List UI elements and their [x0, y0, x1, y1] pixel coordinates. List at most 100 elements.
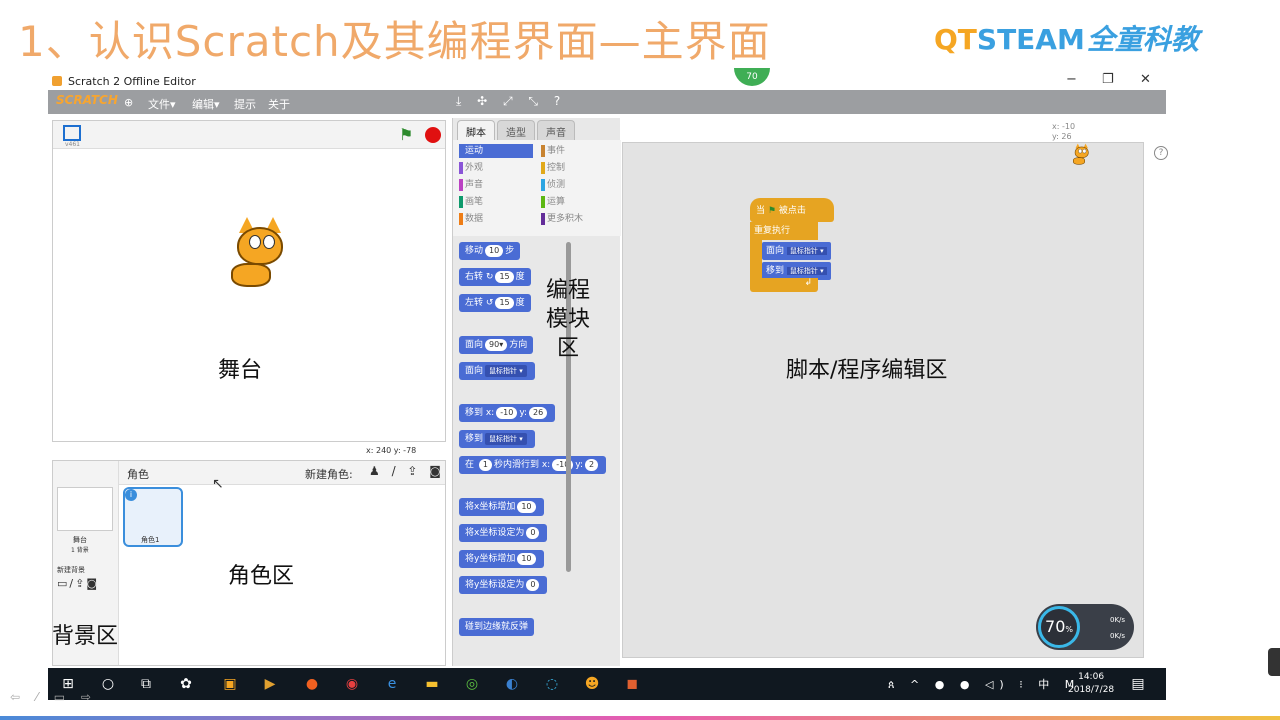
task-view-icon[interactable]: ⧉ — [136, 674, 156, 694]
app-search-icon[interactable]: ◌ — [542, 674, 562, 694]
menu-about[interactable]: 关于 — [268, 96, 290, 112]
fullscreen-icon[interactable] — [63, 125, 81, 141]
block-bounce[interactable]: 碰到边缘就反弹 — [459, 618, 535, 636]
backdrop-count: 1 背景 — [71, 547, 89, 554]
sprite-header: 角色 新建角色: ♟ / ⇪ ◙ — [119, 461, 445, 485]
tab-sounds[interactable]: 声音 — [537, 120, 575, 140]
app-green-icon[interactable]: ◎ — [462, 674, 482, 694]
block-glide[interactable]: 在 1 秒内滑行到 x: -10 y: 2 — [459, 456, 607, 474]
scratch-window: Scratch 2 Offline Editor − ❐ ✕ 70 SCRATC… — [48, 68, 1168, 700]
new-backdrop-label: 新建背景 — [57, 566, 85, 574]
media-icon[interactable]: ▶ — [260, 674, 280, 694]
explorer-icon[interactable]: ▬ — [422, 674, 442, 694]
rotate-right-icon: ↻ — [485, 272, 494, 282]
block-set-y[interactable]: 将y坐标设定为 0 — [459, 576, 548, 594]
cat-body — [231, 263, 271, 287]
green-flag-icon: ⚑ — [767, 206, 776, 216]
menu-edit[interactable]: 编辑▾ — [192, 96, 220, 112]
cat-eye — [263, 235, 275, 249]
block-change-x[interactable]: 将x坐标增加 10 — [459, 498, 544, 516]
rotate-left-icon: ↺ — [485, 298, 494, 308]
notification-icon[interactable]: ▤ — [1128, 674, 1148, 694]
sprites-title: 角色 — [127, 468, 149, 481]
category-pen[interactable]: 画笔 — [459, 195, 483, 209]
app-pinwheel-icon[interactable]: ✿ — [176, 674, 196, 694]
sprite1-name: 角色1 — [141, 536, 160, 544]
block-point-direction[interactable]: 面向 90▾ 方向 — [459, 336, 534, 354]
forever-arm — [750, 240, 762, 278]
category-control[interactable]: 控制 — [541, 161, 565, 175]
new-sprite-label: 新建角色: — [305, 468, 353, 481]
info-icon[interactable]: i — [125, 489, 137, 501]
category-motion[interactable]: 运动 — [459, 144, 533, 158]
tab-scripts[interactable]: 脚本 — [457, 120, 495, 140]
window-titlebar: Scratch 2 Offline Editor − ❐ ✕ 70 — [48, 68, 1166, 90]
stage-tool-icons[interactable]: ⤓ ✣ ⤢ ⤡ ? — [456, 94, 566, 109]
menubar: SCRATCH ⊕ 文件▾ 编辑▾ 提示 关于 ⤓ ✣ ⤢ ⤡ ? — [48, 90, 1166, 114]
script-forever[interactable]: 重复执行 — [750, 222, 818, 240]
stage-thumbnail[interactable] — [57, 487, 113, 531]
category-sound[interactable]: 声音 — [459, 178, 483, 192]
block-goto-xy[interactable]: 移到 x: -10 y: 26 — [459, 404, 556, 422]
overlay-badge: 70 — [734, 68, 770, 86]
script-point-towards[interactable]: 面向 鼠标指针 ▾ — [762, 242, 831, 260]
sprite-coords: x: -10 y: 26 — [1052, 122, 1076, 141]
scratch-logo[interactable]: SCRATCH — [56, 93, 118, 107]
scratch-app-icon — [52, 76, 62, 86]
stage-name: 舞台 — [73, 536, 87, 544]
block-turn-left[interactable]: 左转 ↺ 15 度 — [459, 294, 531, 312]
firefox-icon[interactable]: ● — [302, 674, 322, 694]
tab-costumes[interactable]: 造型 — [497, 120, 535, 140]
version-label: v461 — [65, 141, 81, 148]
category-operators[interactable]: 运算 — [541, 195, 565, 209]
block-goto[interactable]: 移到 鼠标指针 ▾ — [459, 430, 535, 448]
side-handle[interactable] — [1268, 648, 1280, 676]
help-icon[interactable]: ? — [1154, 146, 1168, 160]
block-point-towards[interactable]: 面向 鼠标指针 ▾ — [459, 362, 535, 380]
script-area[interactable] — [622, 142, 1144, 658]
new-backdrop-icons[interactable]: ▭/⇪◙ — [57, 577, 99, 590]
motion-blocks: 移动 10 步 右转 ↻ 15 度 左转 ↺ 15 度 面向 90▾ 方向 面向 鼠标指针 ▾ 移… — [453, 236, 621, 666]
cpu-ring: 70% — [1038, 606, 1080, 648]
menu-tips[interactable]: 提示 — [234, 96, 256, 112]
edge-icon[interactable]: e — [382, 674, 402, 694]
block-change-y[interactable]: 将y坐标增加 10 — [459, 550, 544, 568]
block-move[interactable]: 移动 10 步 — [459, 242, 521, 260]
green-flag-icon[interactable]: ⚑ — [399, 125, 413, 144]
category-events[interactable]: 事件 — [541, 144, 565, 158]
block-set-x[interactable]: 将x坐标设定为 0 — [459, 524, 548, 542]
menu-file[interactable]: 文件▾ — [148, 96, 176, 112]
search-icon[interactable]: ○ — [98, 674, 118, 694]
category-data[interactable]: 数据 — [459, 212, 483, 226]
script-area-label: 脚本/程序编辑区 — [786, 358, 948, 383]
taskbar-clock[interactable]: 14:06 2018/7/28 — [1068, 671, 1114, 697]
block-turn-right[interactable]: 右转 ↻ 15 度 — [459, 268, 531, 286]
cat-eye — [249, 235, 261, 249]
slide-nav-arrows[interactable]: ⇦ ⁄ ▭ ⇨ — [10, 690, 97, 704]
forever-end: ↲ — [750, 278, 818, 292]
minimize-button[interactable]: − — [1066, 72, 1077, 87]
script-when-flag-clicked[interactable]: 当 ⚑ 被点击 — [750, 198, 834, 222]
category-sensing[interactable]: 侦测 — [541, 178, 565, 192]
download-speed: 0K/s — [1110, 632, 1126, 640]
window-title: Scratch 2 Offline Editor — [68, 75, 196, 88]
store-icon[interactable]: ▣ — [220, 674, 240, 694]
category-looks[interactable]: 外观 — [459, 161, 483, 175]
stop-icon[interactable] — [425, 127, 441, 143]
app-blue-icon[interactable]: ◐ — [502, 674, 522, 694]
chrome-icon[interactable]: ◉ — [342, 674, 362, 694]
category-more-blocks[interactable]: 更多积木 — [541, 212, 583, 226]
mouse-cursor-icon: ↖ — [212, 476, 224, 492]
close-button[interactable]: ✕ — [1140, 72, 1151, 87]
powerpoint-icon[interactable]: ◼ — [622, 674, 642, 694]
scratch-taskbar-icon[interactable]: ☻ — [582, 674, 602, 694]
sprite1-thumbnail[interactable]: i 角色1 — [123, 487, 183, 547]
sprite-area-label: 角色区 — [228, 564, 295, 589]
new-sprite-icons[interactable]: ♟ / ⇪ ◙ — [369, 464, 445, 478]
stage-panel[interactable]: v461 ⚑ — [52, 120, 446, 442]
maximize-button[interactable]: ❐ — [1102, 72, 1114, 87]
editor-tabs: 脚本 造型 声音 — [453, 118, 621, 140]
system-tray[interactable]: ጰ ^ ● ● ◁) ⁝ 中 M — [888, 676, 1080, 692]
network-meter: 70% 0K/s 0K/s — [1036, 604, 1134, 650]
globe-icon[interactable]: ⊕ — [124, 96, 133, 109]
